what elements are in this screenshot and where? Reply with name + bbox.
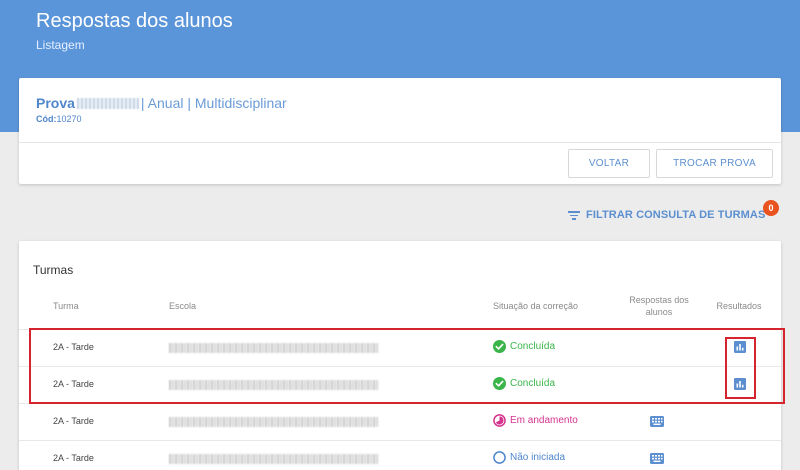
card-divider [19, 142, 781, 143]
redacted-school-name [169, 343, 379, 353]
classes-card: Turmas Turma Escola Situação da correção… [19, 241, 781, 470]
row-status-label: Concluída [510, 341, 556, 352]
row-status-label: Não iniciada [510, 452, 566, 463]
column-header-escola: Escola [169, 301, 197, 311]
column-header-resultados: Resultados [716, 301, 762, 311]
exam-code: Cód:10270 [36, 114, 82, 124]
progress-circle-icon [493, 414, 506, 427]
row-status: Concluída [493, 340, 555, 353]
exam-suffix: | Anual | Multidisciplinar [140, 95, 287, 111]
row-turma: 2A - Tarde [53, 416, 94, 426]
classes-title: Turmas [33, 263, 74, 277]
redacted-school-name [169, 417, 379, 427]
keyboard-icon[interactable] [650, 416, 664, 427]
column-header-situacao: Situação da correção [493, 301, 579, 311]
keyboard-icon[interactable] [650, 453, 664, 464]
column-header-turma: Turma [53, 301, 79, 311]
row-turma: 2A - Tarde [53, 453, 94, 463]
filter-count-badge: 0 [763, 200, 779, 216]
back-button[interactable]: VOLTAR [568, 149, 650, 178]
row-turma: 2A - Tarde [53, 342, 94, 352]
exam-card: Prova | Anual | Multidisciplinar Cód:1027… [19, 78, 781, 184]
row-status-label: Concluída [510, 378, 556, 389]
table-row: 2A - Tarde Não iniciada [19, 440, 781, 470]
redacted-exam-name [76, 98, 139, 109]
exam-prefix: Prova [36, 95, 75, 111]
row-turma: 2A - Tarde [53, 379, 94, 389]
row-status-label: Em andamento [510, 415, 578, 426]
check-circle-icon [493, 377, 506, 390]
filter-label: FILTRAR CONSULTA DE TURMAS [586, 209, 766, 221]
table-row: 2A - Tarde Em andamento [19, 403, 781, 440]
swap-exam-button[interactable]: TROCAR PROVA [656, 149, 773, 178]
filter-classes-button[interactable]: FILTRAR CONSULTA DE TURMAS [568, 207, 765, 223]
row-status: Não iniciada [493, 451, 565, 464]
exam-code-label: Cód: [36, 114, 57, 124]
table-row: 2A - Tarde Concluída [19, 329, 781, 366]
exam-code-value: 10270 [56, 114, 82, 124]
column-header-respostas: Respostas dos alunos [629, 295, 689, 317]
row-status: Concluída [493, 377, 555, 390]
filter-icon [568, 210, 580, 220]
redacted-school-name [169, 454, 379, 464]
bar-chart-icon[interactable] [734, 341, 746, 353]
page-title: Respostas dos alunos [36, 10, 233, 32]
check-circle-icon [493, 340, 506, 353]
exam-name: Prova | Anual | Multidisciplinar [36, 95, 287, 111]
empty-circle-icon [493, 451, 506, 464]
page-subtitle: Listagem [36, 38, 85, 52]
bar-chart-icon[interactable] [734, 378, 746, 390]
table-row: 2A - Tarde Concluída [19, 366, 781, 403]
row-status: Em andamento [493, 414, 578, 427]
redacted-school-name [169, 380, 379, 390]
